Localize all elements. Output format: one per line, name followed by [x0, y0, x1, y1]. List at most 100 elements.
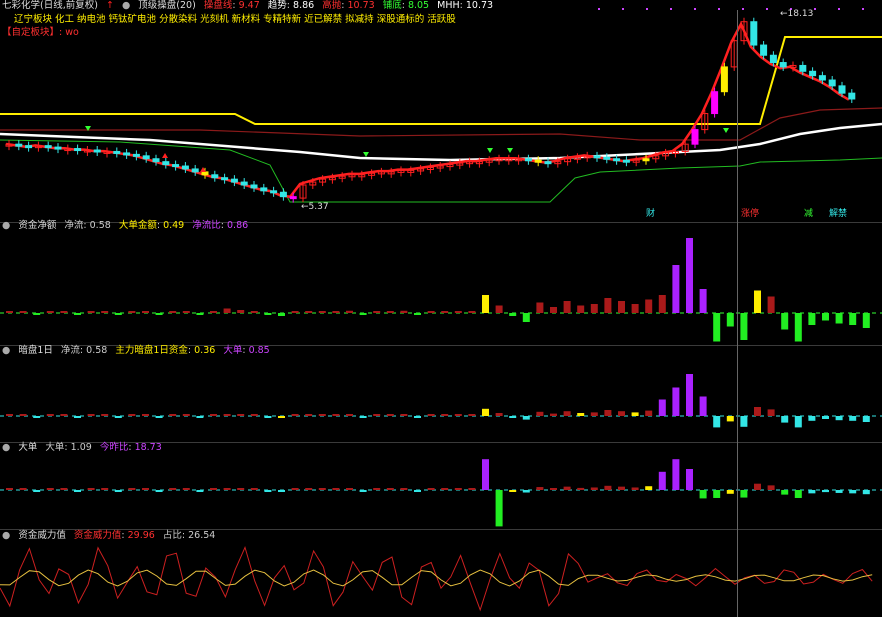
flow-bar: [278, 490, 285, 492]
pane2-value-1: 主力暗盘1日资金: 0.36: [115, 345, 216, 356]
tag-unlock[interactable]: 解禁: [829, 209, 847, 220]
big-order-pane[interactable]: ● 大单 大单: 1.09 今昨比: 18.73: [0, 442, 882, 529]
flow-bar: [278, 313, 285, 316]
flow-bar: [169, 414, 177, 416]
gear-icon[interactable]: ●: [2, 220, 10, 231]
flow-bar: [210, 488, 217, 490]
flow-bar: [781, 313, 789, 330]
flow-bar: [414, 490, 421, 492]
yellow-high-line: [0, 36, 882, 125]
flow-bar: [658, 471, 666, 490]
flow-bar: [590, 304, 598, 313]
candle-body: [593, 155, 601, 159]
flow-bar: [454, 311, 462, 313]
candle-body: [720, 66, 728, 93]
flow-bar: [155, 490, 163, 492]
flow-bar: [359, 490, 367, 492]
candle-body: [172, 164, 180, 168]
main-value-0: 操盘线: 9.47: [203, 0, 260, 11]
candle-body: [152, 158, 160, 163]
candle-body: [132, 153, 140, 157]
flow-bar: [427, 311, 435, 313]
marker-dot: [694, 8, 696, 10]
flow-bar: [536, 487, 544, 490]
flow-bar: [536, 302, 544, 313]
flow-bar: [305, 311, 313, 313]
candle-body: [270, 190, 278, 194]
indicator-name: 顶级操盘(20): [138, 0, 196, 11]
gear-icon[interactable]: ●: [122, 0, 130, 11]
dark-pool-chart[interactable]: [0, 346, 882, 442]
candle-body: [769, 54, 777, 64]
flow-bar: [427, 414, 435, 416]
flow-bar: [359, 416, 367, 418]
candle-body: [799, 64, 807, 72]
candle-body: [828, 79, 836, 87]
flow-bar: [645, 410, 653, 416]
main-value-1: 趋势: 8.86: [267, 0, 315, 11]
candle-body: [250, 184, 258, 189]
flow-bar: [87, 488, 95, 490]
tag-limit-up[interactable]: 涨停: [741, 209, 759, 220]
flow-bar: [618, 301, 625, 313]
candle-body: [113, 150, 121, 154]
candle-body: [15, 143, 23, 147]
flow-bar: [101, 488, 109, 490]
main-price-chart[interactable]: [0, 0, 882, 222]
flow-bar: [563, 486, 571, 490]
ratio-line: [0, 569, 873, 587]
flow-bar: [631, 304, 639, 313]
fund-power-chart[interactable]: [0, 530, 882, 617]
flow-bar: [794, 490, 802, 498]
dark-pool-pane[interactable]: ● 暗盘1日 净流: 0.58 主力暗盘1日资金: 0.36 大单: 0.85: [0, 345, 882, 442]
pane3-header: ● 大单 大单: 1.09 今昨比: 18.73: [2, 442, 167, 454]
flow-bar: [726, 416, 734, 422]
flow-bar: [169, 311, 177, 313]
flow-bar: [74, 416, 81, 418]
candle-body: [25, 145, 33, 149]
flow-bar: [19, 488, 27, 490]
flow-bar: [441, 488, 449, 490]
flow-bar: [699, 490, 707, 499]
big-order-chart[interactable]: [0, 443, 882, 529]
flow-bar: [400, 488, 408, 490]
candle-body: [779, 62, 787, 68]
flow-bar: [291, 414, 299, 416]
flow-bar: [563, 301, 571, 313]
flow-bar: [264, 416, 272, 418]
flow-bar: [169, 488, 177, 490]
flow-bar: [223, 308, 231, 313]
tag-reduce[interactable]: 减: [804, 209, 813, 220]
fund-net-pane[interactable]: ● 资金净额 净流: 0.58 大单金额: 0.49 净流比: 0.86: [0, 220, 882, 345]
flow-bar: [291, 311, 299, 313]
flow-bar: [726, 490, 734, 494]
gear-icon[interactable]: ●: [2, 530, 10, 541]
candle-body: [711, 91, 719, 115]
main-chart-pane[interactable]: 七彩化学(日线,前复权) ↑ ● 顶级操盘(20) 操盘线: 9.47 趋势: …: [0, 0, 882, 222]
flow-bar: [359, 313, 367, 315]
flow-bar: [495, 413, 503, 416]
flow-bar: [604, 410, 612, 416]
flow-bar: [155, 313, 163, 315]
gear-icon[interactable]: ●: [2, 442, 10, 453]
fund-net-chart[interactable]: [0, 223, 882, 345]
candle-body: [260, 187, 268, 192]
flow-bar: [550, 413, 557, 416]
flow-bar: [672, 387, 680, 416]
flow-bar: [373, 311, 381, 313]
flow-bar: [33, 490, 41, 492]
flow-bar: [318, 414, 326, 416]
marker-dot: [862, 8, 864, 10]
crosshair-vertical-line: [737, 10, 738, 617]
gear-icon[interactable]: ●: [2, 345, 10, 356]
flow-bar: [468, 414, 476, 416]
flow-bar: [114, 490, 122, 492]
flow-bar: [87, 311, 95, 313]
tag-finance[interactable]: 财: [646, 209, 655, 220]
fund-power-pane[interactable]: ● 资金威力值 资金威力值: 29.96 占比: 26.54: [0, 530, 882, 617]
flow-bar: [468, 488, 476, 490]
pane4-value-1: 占比: 26.54: [162, 530, 216, 541]
flow-bar: [495, 490, 503, 527]
flow-bar: [250, 311, 258, 313]
marker-dot: [838, 8, 840, 10]
